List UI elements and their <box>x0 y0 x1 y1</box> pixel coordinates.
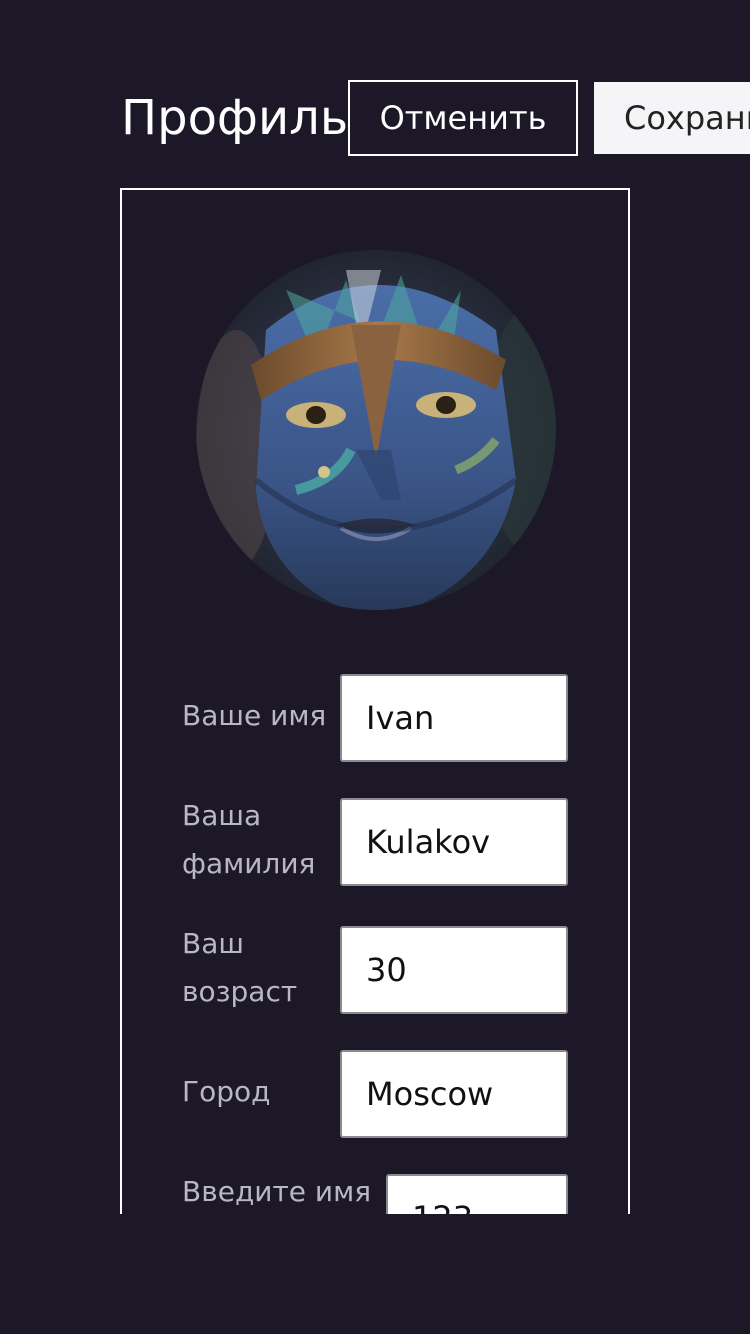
cancel-button[interactable]: Отменить <box>348 80 578 156</box>
viewport: Профиль Отменить Сохранить <box>0 0 750 1214</box>
first-name-field[interactable] <box>340 674 568 762</box>
avatar-image <box>196 250 556 610</box>
city-label: Город <box>182 1075 271 1108</box>
avatar[interactable] <box>196 250 556 610</box>
age-field[interactable] <box>340 926 568 1014</box>
last-name-field[interactable] <box>340 798 568 886</box>
last-name-label: Ваша фамилия <box>182 799 316 880</box>
first-name-label: Ваше имя <box>182 699 327 732</box>
enter-name-label: Введите имя <box>182 1175 372 1208</box>
page-title: Профиль <box>121 90 349 146</box>
save-button[interactable]: Сохранить <box>594 82 750 154</box>
profile-page: Профиль Отменить Сохранить <box>0 0 750 1334</box>
enter-name-field[interactable] <box>386 1174 568 1214</box>
city-field[interactable] <box>340 1050 568 1138</box>
age-label: Ваш возраст <box>182 927 298 1008</box>
